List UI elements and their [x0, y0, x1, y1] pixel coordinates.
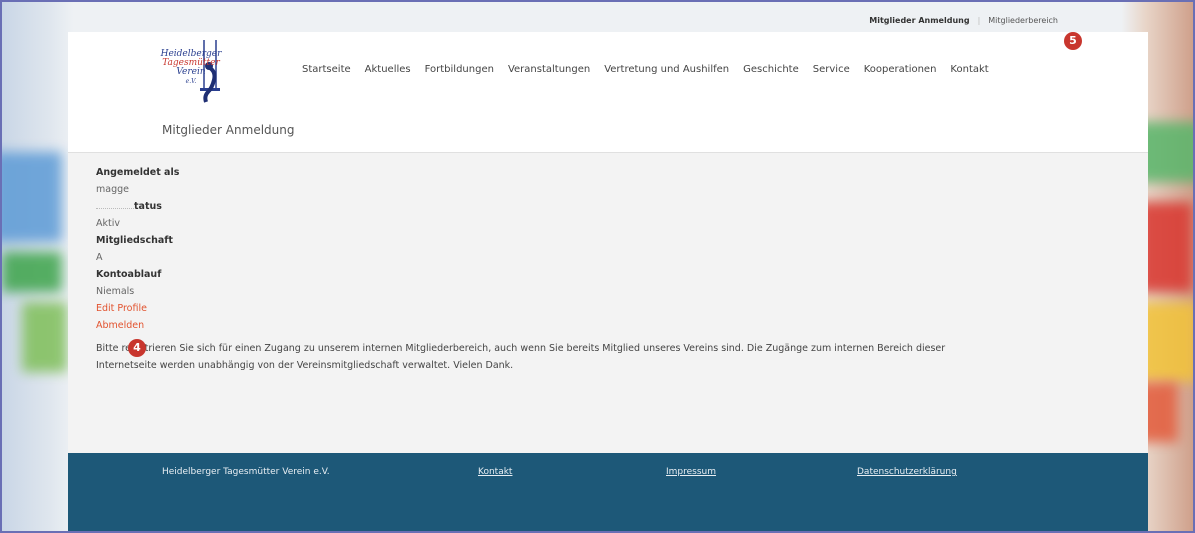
top-link-members-area[interactable]: Mitgliederbereich	[988, 16, 1058, 25]
account-details: Angemeldet als magge tatus Aktiv Mitglie…	[96, 164, 996, 374]
nav-item-service[interactable]: Service	[813, 64, 850, 75]
annotation-marker-4: 4	[128, 339, 146, 357]
footer-link-contact[interactable]: Kontakt	[478, 467, 512, 477]
top-links-separator: |	[977, 16, 981, 25]
footer-org-name: Heidelberger Tagesmütter Verein e.V.	[162, 467, 330, 477]
page-title: Mitglieder Anmeldung	[162, 123, 295, 137]
nav-item-veranstaltungen[interactable]: Veranstaltungen	[508, 64, 590, 75]
logo-line4: e.V.	[185, 78, 197, 85]
nav-item-geschichte[interactable]: Geschichte	[743, 64, 799, 75]
logo-line3: Verein	[176, 67, 206, 77]
annotation-marker-5: 5	[1064, 32, 1082, 50]
expiry-label: Kontoablauf	[96, 269, 162, 280]
nav-item-startseite[interactable]: Startseite	[302, 64, 351, 75]
logged-in-label: Angemeldet als	[96, 167, 180, 178]
nav-item-fortbildungen[interactable]: Fortbildungen	[425, 64, 494, 75]
status-value: Aktiv	[96, 218, 120, 229]
expiry-value: Niemals	[96, 286, 135, 297]
membership-label: Mitgliedschaft	[96, 235, 173, 246]
top-link-login[interactable]: Mitglieder Anmeldung	[869, 16, 969, 25]
status-label: tatus	[134, 201, 162, 212]
title-bar: Mitglieder Anmeldung	[68, 106, 1148, 153]
membership-value: A	[96, 252, 103, 263]
site-logo[interactable]: Heidelberger Tagesmütter Verein e.V.	[160, 38, 250, 104]
nav-item-kooperationen[interactable]: Kooperationen	[864, 64, 937, 75]
edit-profile-link[interactable]: Edit Profile	[96, 300, 996, 317]
registration-notice: Bitte registrieren Sie sich für einen Zu…	[96, 343, 946, 371]
main-nav: Startseite Aktuelles Fortbildungen Veran…	[302, 64, 989, 75]
logout-link[interactable]: Abmelden	[96, 317, 996, 334]
nav-item-aktuelles[interactable]: Aktuelles	[365, 64, 411, 75]
nav-item-kontakt[interactable]: Kontakt	[950, 64, 988, 75]
top-links: Mitglieder Anmeldung | Mitgliederbereich	[869, 16, 1058, 25]
nav-item-vertretung[interactable]: Vertretung und Aushilfen	[604, 64, 729, 75]
browser-frame: Mitglieder Anmeldung | Mitgliederbereich…	[0, 0, 1195, 533]
footer-link-imprint[interactable]: Impressum	[666, 467, 716, 477]
logo-text: Heidelberger Tagesmütter Verein e.V.	[160, 50, 222, 86]
footer-link-privacy[interactable]: Datenschutzerklärung	[857, 467, 957, 477]
background-block	[2, 252, 62, 292]
background-block	[2, 152, 62, 242]
username-value: magge	[96, 184, 129, 195]
site-header: Heidelberger Tagesmütter Verein e.V. Sta…	[68, 32, 1148, 107]
status-label-row: tatus	[96, 198, 996, 215]
site-footer: Heidelberger Tagesmütter Verein e.V. Kon…	[68, 453, 1148, 531]
background-block	[22, 302, 67, 372]
redacted-text	[96, 200, 134, 209]
